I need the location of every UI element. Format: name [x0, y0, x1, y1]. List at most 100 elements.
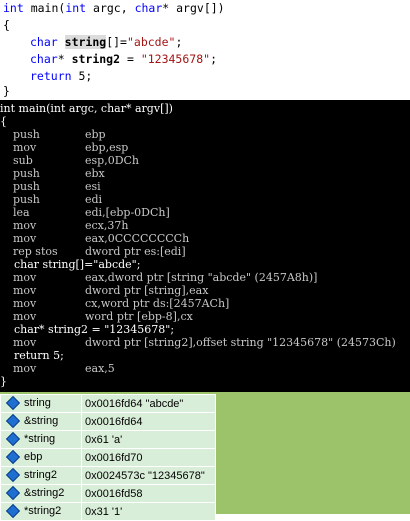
asm-mnemonic: mov	[13, 336, 37, 349]
watch-name-cell[interactable]: *string2	[0, 502, 82, 521]
watch-name: &string2	[24, 487, 65, 500]
watch-item-icon	[5, 395, 21, 410]
code-text: ;	[210, 52, 217, 66]
keyword: int	[3, 1, 24, 15]
asm-operands: eax,0CCCCCCCCh	[85, 232, 190, 245]
asm-operands: edi	[85, 193, 103, 206]
watch-window[interactable]: string 0x0016fd64 "abcde" &string 0x0016fd6…	[0, 392, 410, 521]
code-line-return: return 5;	[30, 68, 92, 85]
watch-name-cell[interactable]: ebp	[0, 448, 82, 467]
string-literal: "12345678"	[140, 52, 211, 66]
asm-mnemonic: mov	[13, 362, 37, 375]
source-line: int main(int argc, char* argv[])	[0, 102, 173, 115]
asm-operands: eax,5	[85, 362, 115, 375]
string-literal: "abcde"	[126, 35, 176, 49]
watch-name-cell[interactable]: string	[0, 394, 82, 413]
source-line: }	[0, 375, 7, 388]
watch-name: &string	[24, 415, 59, 428]
asm-mnemonic: mov	[13, 232, 37, 245]
asm-operands: ebp	[85, 128, 106, 141]
asm-operands: dword ptr [string],eax	[85, 284, 209, 297]
asm-mnemonic: mov	[13, 310, 37, 323]
asm-mnemonic: mov	[13, 284, 37, 297]
code-text: main(	[23, 1, 66, 15]
watch-row[interactable]: string2 0x0024573c "12345678"	[0, 466, 216, 485]
watch-value[interactable]: 0x0016fd64	[81, 412, 216, 431]
asm-mnemonic: push	[13, 167, 40, 180]
watch-value[interactable]: 0x0016fd64 "abcde"	[81, 394, 216, 413]
keyword: char	[134, 1, 163, 15]
asm-mnemonic: mov	[13, 271, 37, 284]
source-line: char* string2 = "12345678";	[0, 323, 175, 336]
asm-operands: cx,word ptr ds:[2457ACh]	[85, 297, 230, 310]
watch-item-icon	[5, 431, 21, 446]
code-line-close-brace: }	[3, 84, 10, 98]
asm-operands: eax,dword ptr [string "abcde" (2457A8h)]	[85, 271, 318, 284]
watch-value[interactable]: 0x0024573c "12345678"	[81, 466, 216, 485]
asm-operands: ebp,esp	[85, 141, 129, 154]
code-text: * argv[])	[162, 1, 225, 15]
asm-operands: dword ptr [string2],offset string "12345…	[85, 336, 396, 349]
watch-value[interactable]: 0x0016fd70	[81, 448, 216, 467]
code-text: *	[57, 52, 72, 66]
asm-operands: dword ptr es:[edi]	[85, 245, 186, 258]
watch-item-icon	[5, 467, 21, 482]
watch-name: *string	[24, 433, 56, 446]
variable-name: string2	[71, 52, 121, 66]
asm-mnemonic: push	[13, 180, 40, 193]
code-line-open-brace: {	[3, 18, 10, 32]
watch-row[interactable]: ebp 0x0016fd70	[0, 448, 216, 467]
asm-mnemonic: push	[13, 193, 40, 206]
watch-row[interactable]: string 0x0016fd64 "abcde"	[0, 394, 216, 413]
asm-mnemonic: rep stos	[13, 245, 58, 258]
keyword: char	[30, 52, 58, 66]
watch-value[interactable]: 0x31 '1'	[81, 502, 216, 521]
code-text: 5;	[71, 69, 93, 83]
disassembly-view[interactable]: int main(int argc, char* argv[]){ push ebp…	[0, 100, 410, 392]
code-text: =	[120, 52, 141, 66]
code-line-string-decl: char string[]="abcde";	[30, 34, 182, 51]
watch-row[interactable]: *string2 0x31 '1'	[0, 502, 216, 521]
watch-name-cell[interactable]: *string	[0, 430, 82, 449]
watch-row[interactable]: &string2 0x0016fd58	[0, 484, 216, 503]
asm-operands: word ptr [ebp-8],cx	[85, 310, 193, 323]
asm-operands: edi,[ebp-0DCh]	[85, 206, 170, 219]
code-line-signature: int main(int argc, char* argv[])	[3, 0, 225, 17]
asm-operands: esi	[85, 180, 101, 193]
asm-operands: esp,0DCh	[85, 154, 140, 167]
keyword: char	[30, 35, 58, 49]
code-line-string2-decl: char* string2 = "12345678";	[30, 51, 217, 68]
asm-mnemonic: sub	[13, 154, 33, 167]
watch-name-cell[interactable]: &string	[0, 412, 82, 431]
watch-table: string 0x0016fd64 "abcde" &string 0x0016fd6…	[0, 394, 216, 521]
asm-operands: ecx,37h	[85, 219, 129, 232]
watch-name: ebp	[24, 451, 43, 464]
code-text: ;	[175, 35, 183, 49]
keyword: int	[65, 1, 87, 15]
watch-row[interactable]: &string 0x0016fd64	[0, 412, 216, 431]
keyword: return	[30, 69, 72, 83]
code-text: []=	[106, 35, 127, 49]
watch-value[interactable]: 0x0016fd58	[81, 484, 216, 503]
watch-name-cell[interactable]: &string2	[0, 484, 82, 503]
asm-mnemonic: lea	[13, 206, 30, 219]
asm-mnemonic: push	[13, 128, 40, 141]
asm-mnemonic: mov	[13, 297, 37, 310]
code-text: argc,	[86, 1, 135, 15]
watch-value[interactable]: 0x61 'a'	[81, 430, 216, 449]
source-editor[interactable]: int main(int argc, char* argv[]) { char …	[0, 0, 410, 101]
watch-name: string2	[24, 469, 58, 482]
source-line: {	[0, 115, 7, 128]
watch-name: *string2	[24, 505, 62, 518]
asm-mnemonic: mov	[13, 141, 37, 154]
watch-item-icon	[5, 485, 21, 500]
watch-name-cell[interactable]: string2	[0, 466, 82, 485]
watch-row[interactable]: *string 0x61 'a'	[0, 430, 216, 449]
source-line: char string[]="abcde";	[0, 258, 141, 271]
watch-item-icon	[5, 449, 21, 464]
asm-operands: ebx	[85, 167, 105, 180]
watch-name: string	[24, 397, 51, 410]
watch-item-icon	[5, 503, 21, 518]
source-line: return 5;	[0, 349, 64, 362]
asm-mnemonic: mov	[13, 219, 37, 232]
